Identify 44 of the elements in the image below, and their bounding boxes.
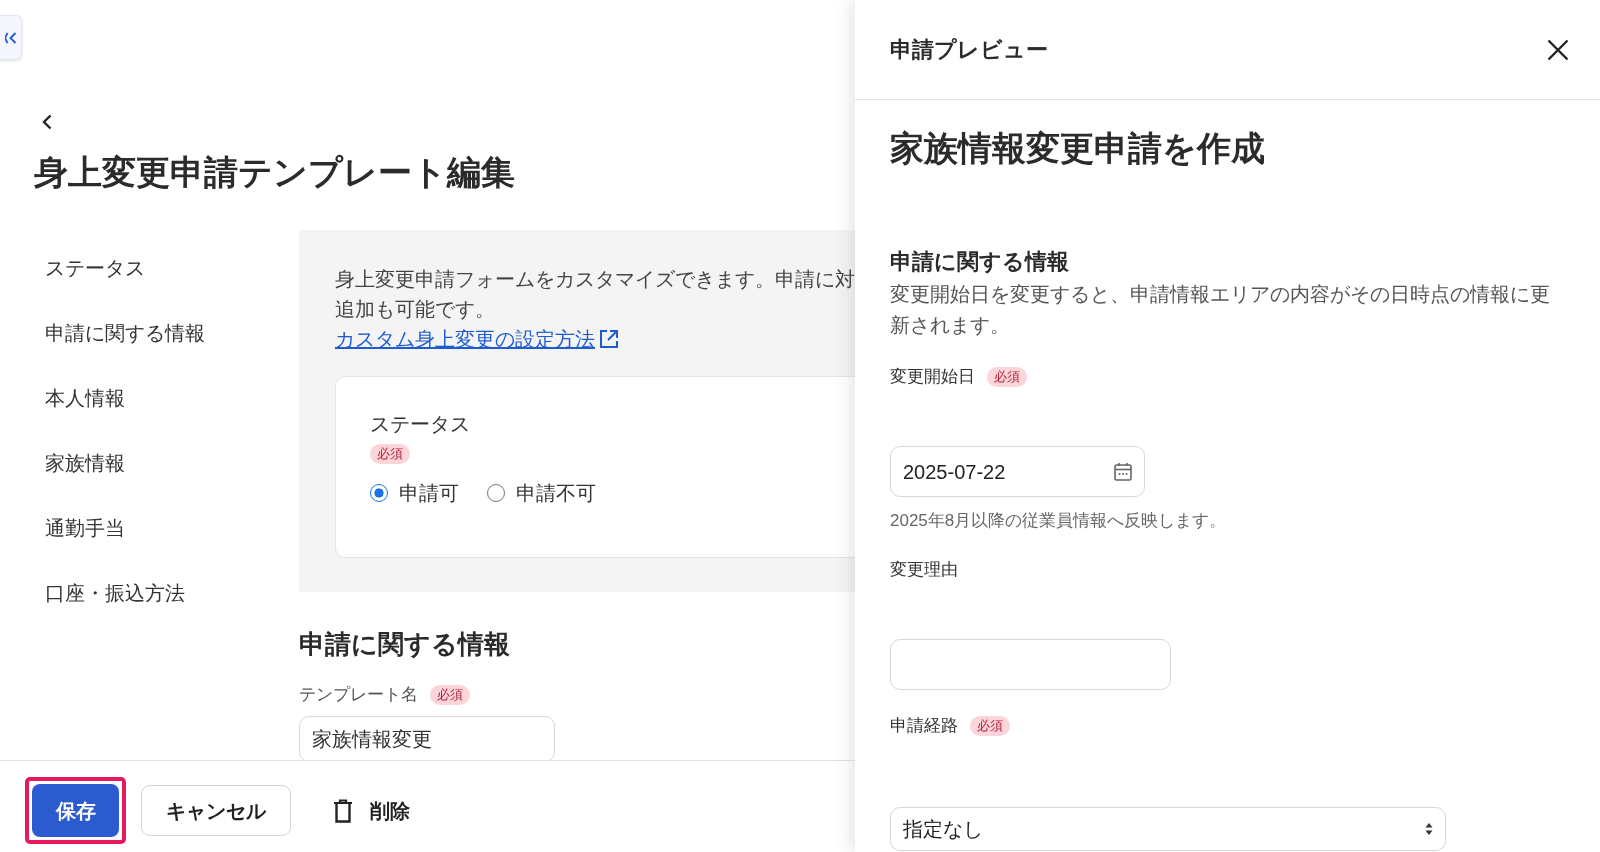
nav-link[interactable]: 本人情報: [45, 383, 125, 412]
field-label: ステータス: [370, 412, 471, 437]
required-badge: 必須: [970, 716, 1010, 736]
section-heading: 申請に関する情報: [299, 628, 511, 661]
help-link[interactable]: カスタム身上変更の設定方法: [335, 324, 620, 354]
back-chevron-icon[interactable]: [41, 114, 53, 130]
date-field[interactable]: 2025-07-22: [890, 446, 1145, 497]
save-button[interactable]: 保存: [32, 784, 119, 837]
select-field[interactable]: 指定なし: [890, 807, 1446, 851]
form-title: 家族情報変更申請を作成: [890, 128, 1266, 169]
required-badge: 必須: [370, 444, 410, 464]
page-title: 身上変更申請テンプレート編集: [34, 152, 516, 193]
collapse-button[interactable]: [0, 15, 22, 60]
nav-link[interactable]: 家族情報: [45, 448, 125, 477]
calendar-icon[interactable]: [1114, 462, 1132, 481]
cancel-button[interactable]: キャンセル: [141, 785, 291, 836]
required-badge: 必須: [430, 685, 470, 705]
close-icon[interactable]: [1547, 38, 1569, 61]
chevron-icon: [5, 30, 17, 45]
description-text: 変更開始日を変更すると、申請情報エリアの内容がその日時点の情報に更新されます。: [890, 282, 1551, 338]
required-badge: 必須: [987, 367, 1027, 387]
nav-link[interactable]: 申請に関する情報: [45, 318, 205, 347]
field-label: テンプレート名: [299, 684, 418, 706]
radio-button[interactable]: [487, 484, 505, 502]
panel-title: 申請プレビュー: [890, 35, 1048, 64]
field-label: 変更開始日: [890, 366, 975, 388]
description-text: 追加も可能です。: [335, 297, 495, 322]
radio-label[interactable]: 申請不可: [516, 478, 596, 508]
external-link-icon: [598, 328, 620, 350]
sort-arrows-icon: [1425, 822, 1433, 836]
text-field[interactable]: 家族情報変更: [299, 716, 555, 760]
description-text: 身上変更申請フォームをカスタマイズできます。申請に対: [335, 267, 855, 292]
radio-button[interactable]: [370, 484, 388, 502]
section-heading: 申請に関する情報: [890, 248, 1070, 276]
text-field[interactable]: [890, 639, 1171, 690]
trash-icon: [333, 798, 353, 823]
field-label: 変更理由: [890, 559, 958, 581]
nav-link[interactable]: ステータス: [45, 253, 145, 282]
help-text: 2025年8月以降の従業員情報へ反映します。: [890, 510, 1228, 532]
nav-link[interactable]: 通勤手当: [45, 513, 125, 542]
radio-label[interactable]: 申請可: [399, 478, 459, 508]
delete-button[interactable]: 削除: [321, 785, 422, 836]
nav-link[interactable]: 口座・振込方法: [45, 578, 185, 607]
field-label: 申請経路: [890, 715, 958, 737]
